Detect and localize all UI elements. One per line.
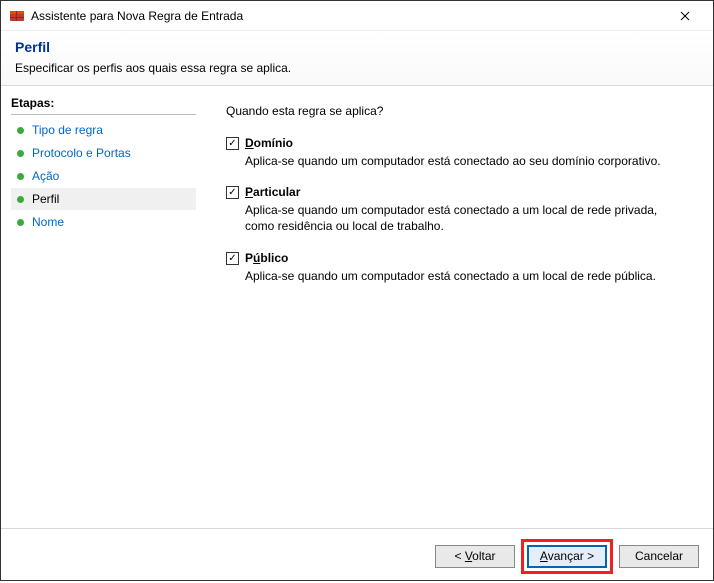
- step-item-3[interactable]: Perfil: [11, 188, 196, 210]
- close-button[interactable]: [665, 2, 705, 30]
- page-subtitle: Especificar os perfis aos quais essa reg…: [15, 61, 699, 75]
- step-bullet-icon: [17, 127, 24, 134]
- steps-sidebar: Etapas: Tipo de regra Protocolo e Portas A…: [1, 86, 196, 528]
- close-icon: [680, 11, 690, 21]
- profile-desc-0: Aplica-se quando um computador está cone…: [245, 153, 675, 169]
- profile-checkbox-2[interactable]: ✓: [226, 252, 239, 265]
- next-button-label: Avançar >: [540, 549, 594, 563]
- step-label: Ação: [32, 169, 59, 183]
- content-panel: Quando esta regra se aplica? ✓ Domínio Apl…: [196, 86, 713, 528]
- step-item-2[interactable]: Ação: [11, 165, 196, 187]
- profiles-list: ✓ Domínio Aplica-se quando um computador e…: [226, 136, 687, 284]
- profile-checkbox-0[interactable]: ✓: [226, 137, 239, 150]
- step-item-4[interactable]: Nome: [11, 211, 196, 233]
- profile-desc-2: Aplica-se quando um computador está cone…: [245, 268, 675, 284]
- step-bullet-icon: [17, 219, 24, 226]
- step-bullet-icon: [17, 196, 24, 203]
- profile-checkbox-1[interactable]: ✓: [226, 186, 239, 199]
- window-title: Assistente para Nova Regra de Entrada: [31, 9, 665, 23]
- title-bar: Assistente para Nova Regra de Entrada: [1, 1, 713, 31]
- profile-row-0: ✓ Domínio: [226, 136, 687, 150]
- profile-label-0: Domínio: [245, 136, 293, 150]
- page-title: Perfil: [15, 39, 699, 55]
- profile-question: Quando esta regra se aplica?: [226, 104, 687, 118]
- step-item-1[interactable]: Protocolo e Portas: [11, 142, 196, 164]
- main-area: Etapas: Tipo de regra Protocolo e Portas A…: [1, 86, 713, 528]
- step-label: Nome: [32, 215, 64, 229]
- steps-divider: [11, 114, 196, 115]
- cancel-button[interactable]: Cancelar: [619, 545, 699, 568]
- step-bullet-icon: [17, 173, 24, 180]
- step-item-0[interactable]: Tipo de regra: [11, 119, 196, 141]
- next-button[interactable]: Avançar >: [527, 545, 607, 568]
- steps-list: Tipo de regra Protocolo e Portas Ação Perfi…: [11, 119, 196, 233]
- steps-heading: Etapas:: [11, 96, 196, 110]
- button-bar: < Voltar Avançar > Cancelar: [1, 528, 713, 583]
- profile-desc-1: Aplica-se quando um computador está cone…: [245, 202, 675, 234]
- back-button-label: < Voltar: [454, 549, 495, 563]
- back-button[interactable]: < Voltar: [435, 545, 515, 568]
- profile-label-1: Particular: [245, 185, 300, 199]
- profile-row-1: ✓ Particular: [226, 185, 687, 199]
- step-label: Tipo de regra: [32, 123, 103, 137]
- step-bullet-icon: [17, 150, 24, 157]
- wizard-header: Perfil Especificar os perfis aos quais e…: [1, 31, 713, 86]
- profile-label-2: Público: [245, 251, 288, 265]
- next-button-highlight: Avançar >: [521, 539, 613, 574]
- step-label: Protocolo e Portas: [32, 146, 131, 160]
- step-label: Perfil: [32, 192, 59, 206]
- cancel-button-label: Cancelar: [635, 549, 683, 563]
- profile-row-2: ✓ Público: [226, 251, 687, 265]
- firewall-icon: [9, 8, 25, 24]
